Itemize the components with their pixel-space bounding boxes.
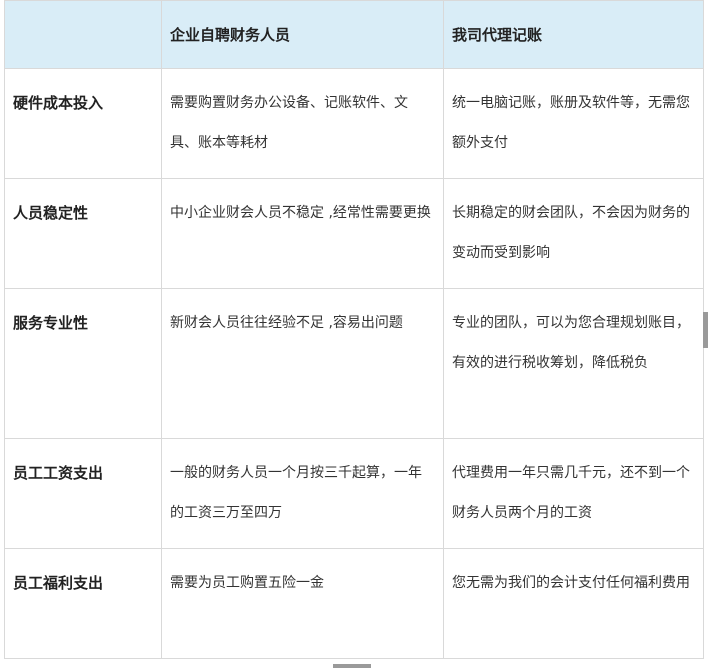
row-label-cell: 人员稳定性 — [4, 178, 162, 289]
table-header-row: 企业自聘财务人员 我司代理记账 — [4, 0, 704, 69]
agency-cell: 您无需为我们的会计支付任何福利费用 — [443, 548, 704, 659]
row-label-cell: 服务专业性 — [4, 288, 162, 439]
agency-text: 统一电脑记账，账册及软件等，无需您额外支付 — [452, 95, 690, 151]
agency-cell: 代理费用一年只需几千元，还不到一个财务人员两个月的工资 — [443, 438, 704, 549]
header-empty-cell — [4, 0, 162, 69]
inhouse-cell: 中小企业财会人员不稳定 ,经常性需要更换 — [161, 178, 444, 289]
row-label: 人员稳定性 — [13, 204, 89, 222]
table-row: 员工工资支出 一般的财务人员一个月按三千起算，一年的工资三万至四万 代理费用一年… — [4, 438, 704, 549]
horizontal-scrollbar-thumb[interactable] — [333, 664, 371, 668]
header-agency: 我司代理记账 — [443, 0, 704, 69]
row-label: 员工工资支出 — [13, 464, 104, 482]
header-inhouse: 企业自聘财务人员 — [161, 0, 444, 69]
row-label: 服务专业性 — [13, 314, 89, 332]
vertical-scrollbar-thumb[interactable] — [703, 312, 708, 348]
agency-text: 长期稳定的财会团队，不会因为财务的变动而受到影响 — [452, 205, 690, 261]
inhouse-text: 新财会人员往往经验不足 ,容易出问题 — [170, 315, 403, 331]
inhouse-text: 需要为员工购置五险一金 — [170, 575, 324, 591]
agency-cell: 专业的团队，可以为您合理规划账目，有效的进行税收筹划，降低税负 — [443, 288, 704, 439]
table-row: 员工福利支出 需要为员工购置五险一金 您无需为我们的会计支付任何福利费用 — [4, 548, 704, 659]
inhouse-text: 中小企业财会人员不稳定 ,经常性需要更换 — [170, 205, 431, 221]
inhouse-cell: 需要为员工购置五险一金 — [161, 548, 444, 659]
agency-text: 您无需为我们的会计支付任何福利费用 — [452, 575, 690, 591]
table-row: 硬件成本投入 需要购置财务办公设备、记账软件、文具、账本等耗材 统一电脑记账，账… — [4, 68, 704, 179]
inhouse-text: 一般的财务人员一个月按三千起算，一年的工资三万至四万 — [170, 465, 422, 521]
inhouse-cell: 一般的财务人员一个月按三千起算，一年的工资三万至四万 — [161, 438, 444, 549]
row-label-cell: 员工工资支出 — [4, 438, 162, 549]
agency-text: 代理费用一年只需几千元，还不到一个财务人员两个月的工资 — [452, 465, 690, 521]
agency-text: 专业的团队，可以为您合理规划账目，有效的进行税收筹划，降低税负 — [452, 315, 690, 371]
table-row: 服务专业性 新财会人员往往经验不足 ,容易出问题 专业的团队，可以为您合理规划账… — [4, 288, 704, 439]
row-label-cell: 员工福利支出 — [4, 548, 162, 659]
row-label: 硬件成本投入 — [13, 94, 104, 112]
comparison-table: 企业自聘财务人员 我司代理记账 硬件成本投入 需要购置财务办公设备、记账软件、文… — [4, 0, 704, 659]
table-row: 人员稳定性 中小企业财会人员不稳定 ,经常性需要更换 长期稳定的财会团队，不会因… — [4, 178, 704, 289]
inhouse-cell: 新财会人员往往经验不足 ,容易出问题 — [161, 288, 444, 439]
row-label-cell: 硬件成本投入 — [4, 68, 162, 179]
agency-cell: 统一电脑记账，账册及软件等，无需您额外支付 — [443, 68, 704, 179]
agency-cell: 长期稳定的财会团队，不会因为财务的变动而受到影响 — [443, 178, 704, 289]
inhouse-text: 需要购置财务办公设备、记账软件、文具、账本等耗材 — [170, 95, 408, 151]
inhouse-cell: 需要购置财务办公设备、记账软件、文具、账本等耗材 — [161, 68, 444, 179]
row-label: 员工福利支出 — [13, 574, 104, 592]
